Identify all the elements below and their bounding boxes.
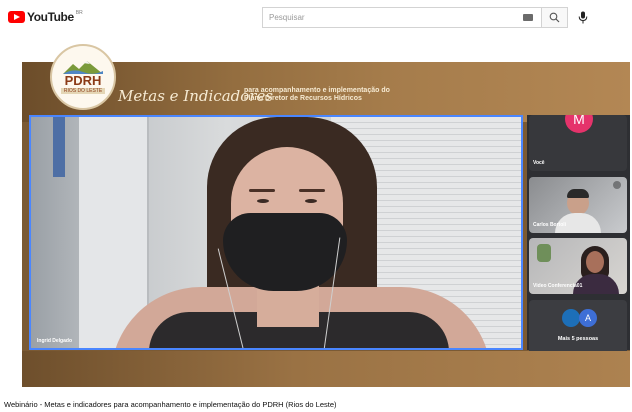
main-speaker-name: Ingrid Delgado: [37, 338, 72, 344]
search-button[interactable]: [541, 7, 568, 28]
participant-name: Carlos Bortoli: [533, 222, 567, 228]
search-icon: [549, 12, 560, 23]
search-placeholder: Pesquisar: [269, 13, 305, 22]
search-input[interactable]: Pesquisar: [262, 7, 541, 28]
participant-tile-you[interactable]: M Você: [529, 115, 627, 171]
webinar-footer-band: [22, 351, 630, 387]
speaker-eyebrow-right: [299, 189, 325, 192]
mountain-logo-icon: [63, 61, 103, 74]
speaker-eye-left: [257, 199, 269, 203]
more-participants-tile[interactable]: A Mais 5 pessoas: [529, 300, 627, 356]
banner-subtitle-line1: para acompanhamento e implementação do: [244, 87, 390, 94]
participants-panel: M Você Carlos Bortoli Video Conferencia0…: [527, 115, 630, 356]
avatar: M: [565, 115, 593, 133]
speaker-eye-right: [305, 199, 317, 203]
video-title: Webinário - Metas e indicadores para aco…: [4, 400, 337, 409]
badge-subtitle: RIOS DO LESTE: [60, 88, 106, 94]
speaker-eyebrow-left: [249, 189, 275, 192]
avatar: [562, 309, 580, 327]
logo-region: BR: [75, 10, 83, 16]
microphone-icon: [578, 11, 588, 23]
pdrh-logo: PDRH RIOS DO LESTE: [50, 44, 116, 110]
banner-subtitle-line2: Plano Diretor de Recursos Hídricos: [244, 95, 362, 102]
banner-subtitle: para acompanhamento e implementação do P…: [244, 87, 390, 103]
more-participants-label: Mais 5 pessoas: [557, 336, 599, 342]
mic-off-icon: [613, 181, 621, 189]
video-player[interactable]: PDRH RIOS DO LESTE Metas e Indicadores p…: [22, 42, 630, 387]
badge-title: PDRH: [64, 73, 102, 88]
youtube-play-icon: [8, 11, 25, 23]
participant-face: [586, 251, 604, 273]
participant-name: Video Conferencia01: [533, 283, 583, 289]
keyboard-icon[interactable]: [523, 14, 533, 21]
speaker-face-mask: [223, 213, 347, 291]
logo-text: YouTube: [27, 10, 74, 24]
avatar: A: [579, 309, 597, 327]
background-plant: [537, 244, 551, 262]
background-shelf: [53, 117, 65, 177]
main-speaker-video: Ingrid Delgado: [29, 115, 523, 350]
participant-name: Você: [533, 160, 545, 166]
voice-search-button[interactable]: [575, 9, 591, 25]
player-top-strip-right: [482, 42, 630, 62]
participant-tile-video-conferencia[interactable]: Video Conferencia01: [529, 238, 627, 294]
participant-hair: [567, 189, 589, 198]
youtube-header: YouTube BR Pesquisar: [0, 0, 632, 36]
youtube-logo[interactable]: YouTube BR: [8, 10, 83, 24]
participant-tile-carlos[interactable]: Carlos Bortoli: [529, 177, 627, 233]
